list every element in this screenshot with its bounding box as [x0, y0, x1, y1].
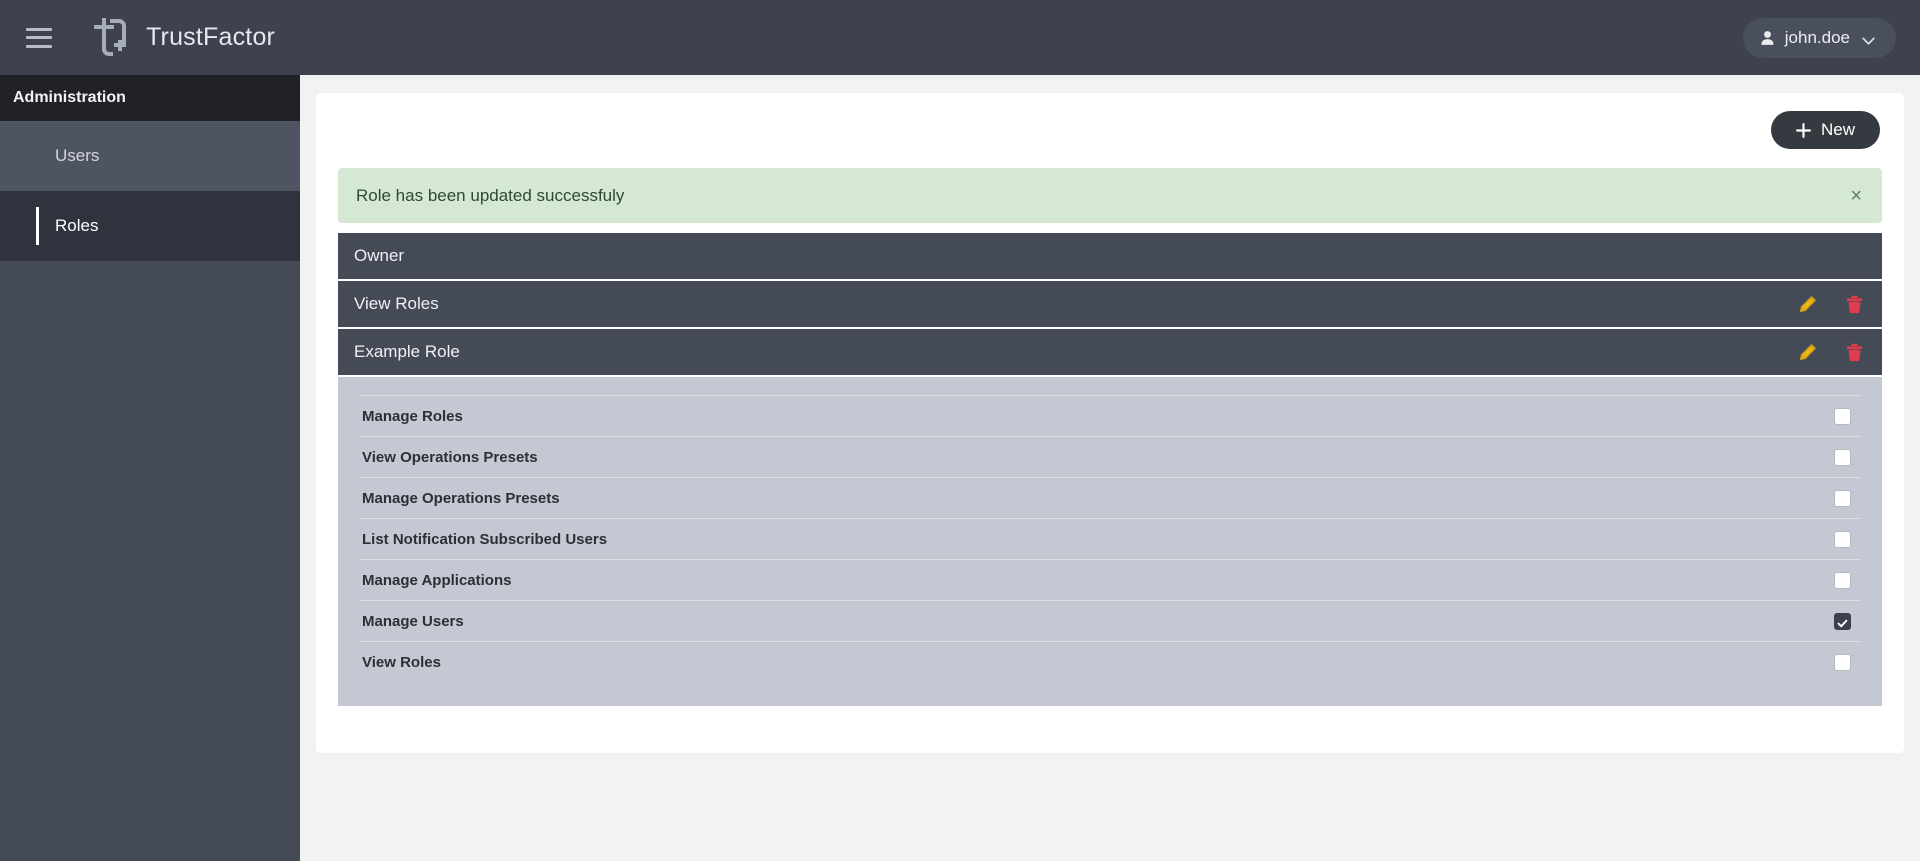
close-icon[interactable]: × — [1850, 186, 1862, 206]
trustfactor-logo-icon — [86, 15, 130, 61]
alert-message: Role has been updated successfuly — [356, 186, 624, 206]
success-alert: Role has been updated successfuly × — [338, 168, 1882, 223]
permission-label: Manage Applications — [362, 572, 511, 589]
hamburger-line — [26, 28, 52, 31]
role-row[interactable]: Owner — [338, 233, 1882, 281]
content-card: New Role has been updated successfuly × … — [316, 93, 1904, 753]
user-menu[interactable]: john.doe — [1743, 18, 1896, 58]
chevron-down-icon — [1861, 33, 1876, 44]
permission-checkbox[interactable] — [1834, 490, 1851, 507]
trash-icon — [1846, 343, 1863, 362]
sidebar-item-users[interactable]: Users — [0, 121, 300, 191]
hamburger-icon[interactable] — [26, 28, 52, 48]
permission-row: View Operations Presets — [360, 436, 1860, 477]
main-content: New Role has been updated successfuly × … — [300, 75, 1920, 861]
top-navbar: TrustFactor john.doe — [0, 0, 1920, 75]
edit-role-button[interactable] — [1798, 341, 1818, 363]
brand-link[interactable]: TrustFactor — [86, 15, 275, 61]
permission-label: Manage Users — [362, 613, 464, 630]
trash-icon — [1846, 295, 1863, 314]
hamburger-line — [26, 45, 52, 48]
role-actions — [1798, 341, 1864, 363]
user-icon — [1759, 30, 1776, 47]
sidebar-item-label: Roles — [55, 216, 98, 236]
permission-label: List Notification Subscribed Users — [362, 531, 607, 548]
permission-checkbox[interactable] — [1834, 654, 1851, 671]
permission-checkbox[interactable] — [1834, 408, 1851, 425]
delete-role-button[interactable] — [1844, 293, 1864, 315]
permissions-panel: Manage Roles View Operations Presets — [338, 377, 1882, 706]
toolbar: New — [338, 111, 1882, 149]
permission-checkbox[interactable] — [1834, 572, 1851, 589]
permission-label: Manage Roles — [362, 408, 463, 425]
permission-row: Manage Roles — [360, 395, 1860, 436]
role-row[interactable]: View Roles — [338, 281, 1882, 329]
permission-row: View Roles — [360, 641, 1860, 682]
permission-row: Manage Operations Presets — [360, 477, 1860, 518]
permission-label: View Operations Presets — [362, 449, 538, 466]
permission-row: List Notification Subscribed Users — [360, 518, 1860, 559]
edit-role-button[interactable] — [1798, 293, 1818, 315]
delete-role-button[interactable] — [1844, 341, 1864, 363]
permission-label: Manage Operations Presets — [362, 490, 560, 507]
permission-row: Manage Users — [360, 600, 1860, 641]
brand-name: TrustFactor — [146, 23, 275, 52]
sidebar-header: Administration — [0, 75, 300, 121]
hamburger-line — [26, 36, 52, 39]
permission-checkbox[interactable] — [1834, 531, 1851, 548]
plus-icon — [1796, 123, 1811, 138]
user-menu-label: john.doe — [1785, 28, 1850, 48]
role-name: Owner — [354, 246, 404, 266]
roles-list: Owner View Roles — [338, 233, 1882, 706]
permission-row: Manage Applications — [360, 559, 1860, 600]
role-name: Example Role — [354, 342, 460, 362]
sidebar-item-label: Users — [55, 146, 99, 166]
sidebar-item-roles[interactable]: Roles — [0, 191, 300, 261]
pencil-icon — [1799, 295, 1817, 313]
permission-label: View Roles — [362, 654, 441, 671]
new-role-button[interactable]: New — [1771, 111, 1880, 149]
new-role-label: New — [1821, 120, 1855, 140]
permission-checkbox[interactable] — [1834, 449, 1851, 466]
role-row[interactable]: Example Role — [338, 329, 1882, 377]
permission-checkbox[interactable] — [1834, 613, 1851, 630]
check-icon — [1837, 616, 1848, 627]
pencil-icon — [1799, 343, 1817, 361]
role-name: View Roles — [354, 294, 439, 314]
sidebar: Administration Users Roles — [0, 75, 300, 861]
role-actions — [1798, 293, 1864, 315]
